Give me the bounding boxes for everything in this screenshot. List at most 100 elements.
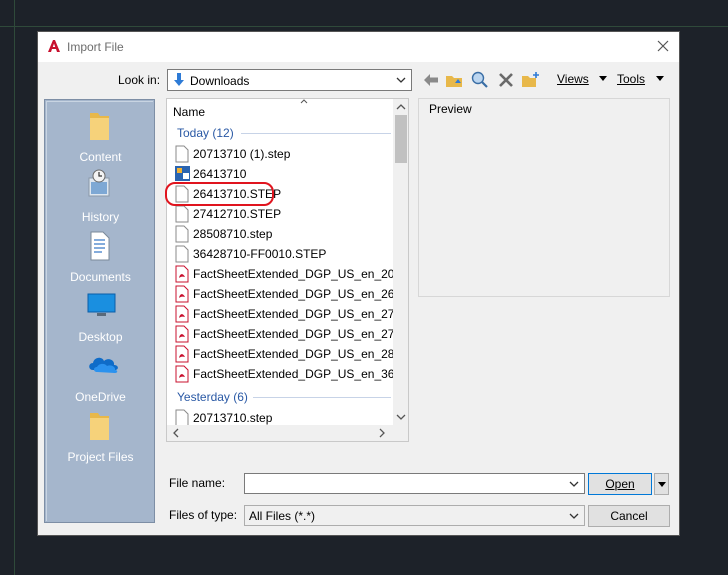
place-desktop[interactable]: Desktop bbox=[47, 288, 154, 348]
file-row[interactable]: 28508710.step bbox=[175, 224, 395, 244]
file-name: 26413710 bbox=[193, 167, 247, 181]
place-onedrive[interactable]: OneDrive bbox=[47, 348, 154, 408]
desktop-icon bbox=[87, 293, 116, 316]
canvas-gridline bbox=[0, 26, 728, 27]
cancel-button[interactable]: Cancel bbox=[588, 505, 670, 527]
file-icon bbox=[175, 245, 189, 263]
file-name: FactSheetExtended_DGP_US_en_28508 bbox=[193, 347, 409, 361]
file-name: 20713710 (1).step bbox=[193, 147, 291, 161]
history-icon bbox=[88, 169, 110, 197]
file-row[interactable]: FactSheetExtended_DGP_US_en_28508 bbox=[175, 344, 408, 364]
chevron-down-icon[interactable] bbox=[393, 72, 409, 88]
back-icon[interactable] bbox=[421, 70, 441, 90]
file-name: FactSheetExtended_DGP_US_en_36428 bbox=[193, 367, 409, 381]
search-web-icon[interactable] bbox=[470, 70, 490, 90]
file-icon bbox=[175, 145, 189, 163]
files-of-type-dropdown[interactable]: All Files (*.*) bbox=[244, 505, 585, 526]
sort-ascending-icon bbox=[300, 99, 308, 104]
import-file-dialog: Import File Look in: Downloads Views Too… bbox=[37, 31, 680, 536]
file-name: FactSheetExtended_DGP_US_en_27412 bbox=[193, 307, 409, 321]
file-row[interactable]: 26413710 bbox=[175, 164, 395, 184]
scroll-down-icon[interactable] bbox=[393, 409, 409, 425]
place-project-files[interactable]: Project Files bbox=[47, 408, 154, 468]
scroll-thumb[interactable] bbox=[395, 115, 407, 163]
canvas-gridline bbox=[14, 0, 15, 575]
place-label: Project Files bbox=[67, 450, 134, 464]
up-folder-icon[interactable] bbox=[444, 70, 464, 90]
place-content[interactable]: Content bbox=[47, 108, 154, 168]
file-row[interactable]: FactSheetExtended_DGP_US_en_20713 bbox=[175, 264, 408, 284]
tools-menu[interactable]: Tools bbox=[617, 72, 645, 86]
place-label: Desktop bbox=[78, 330, 123, 344]
place-label: Documents bbox=[70, 270, 131, 284]
documents-icon bbox=[90, 231, 110, 261]
close-icon[interactable] bbox=[655, 38, 671, 54]
file-name: FactSheetExtended_DGP_US_en_20713 bbox=[193, 267, 409, 281]
pdf-icon bbox=[175, 265, 189, 283]
file-row[interactable]: 36428710-FF0010.STEP bbox=[175, 244, 395, 264]
file-row[interactable]: FactSheetExtended_DGP_US_en_36428 bbox=[175, 364, 408, 384]
file-row[interactable]: FactSheetExtended_DGP_US_en_26413 bbox=[175, 284, 408, 304]
chevron-down-icon[interactable] bbox=[566, 476, 582, 492]
look-in-dropdown[interactable]: Downloads bbox=[167, 69, 412, 91]
file-row[interactable]: 26413710.STEP bbox=[175, 184, 395, 204]
files-of-type-label: Files of type: bbox=[169, 508, 238, 522]
autocad-logo-icon bbox=[48, 40, 60, 52]
window-title: Import File bbox=[67, 40, 124, 54]
preview-pane bbox=[418, 98, 670, 297]
folder-icon bbox=[90, 413, 109, 440]
place-label: History bbox=[81, 210, 120, 224]
preview-label: Preview bbox=[427, 102, 474, 116]
vertical-scrollbar[interactable] bbox=[393, 99, 409, 425]
folder-icon bbox=[90, 113, 109, 140]
image-file-icon bbox=[175, 166, 190, 181]
horizontal-scrollbar[interactable] bbox=[167, 425, 393, 441]
file-name: 20713710.step bbox=[193, 411, 273, 425]
group-divider bbox=[253, 397, 391, 398]
scroll-right-icon[interactable] bbox=[375, 426, 389, 440]
new-folder-icon[interactable] bbox=[520, 70, 540, 90]
file-row[interactable]: FactSheetExtended_DGP_US_en_27412 bbox=[175, 304, 408, 324]
tools-dropdown-arrow-icon[interactable] bbox=[654, 72, 666, 84]
file-name-label: File name: bbox=[169, 476, 226, 490]
pdf-icon bbox=[175, 285, 189, 303]
place-documents[interactable]: Documents bbox=[47, 228, 154, 288]
files-of-type-value: All Files (*.*) bbox=[249, 509, 316, 523]
open-button[interactable]: Open bbox=[588, 473, 652, 495]
file-row[interactable]: FactSheetExtended_DGP_US_en_27412 bbox=[175, 324, 408, 344]
open-options-button[interactable] bbox=[654, 473, 669, 495]
file-row[interactable]: 27412710.STEP bbox=[175, 204, 395, 224]
file-name: FactSheetExtended_DGP_US_en_27412 bbox=[193, 327, 409, 341]
chevron-down-icon[interactable] bbox=[566, 508, 582, 524]
column-header-name[interactable]: Name bbox=[173, 105, 205, 119]
file-name: 26413710.STEP bbox=[193, 187, 282, 201]
delete-icon[interactable] bbox=[496, 70, 516, 90]
group-header-yesterday[interactable]: Yesterday (6) bbox=[177, 390, 248, 404]
title-bar: Import File bbox=[38, 32, 679, 62]
downloads-folder-icon bbox=[174, 73, 184, 86]
file-name: 36428710-FF0010.STEP bbox=[193, 247, 327, 261]
scroll-up-icon[interactable] bbox=[393, 99, 409, 115]
file-name-input[interactable] bbox=[244, 473, 585, 494]
open-dropdown-arrow-icon bbox=[657, 482, 666, 487]
views-menu[interactable]: Views bbox=[557, 72, 589, 86]
group-header-today[interactable]: Today (12) bbox=[177, 126, 234, 140]
look-in-value: Downloads bbox=[190, 74, 250, 88]
place-history[interactable]: History bbox=[47, 168, 154, 228]
file-icon bbox=[175, 185, 189, 203]
file-list[interactable]: Name Today (12) 20713710 (1).step 264137… bbox=[166, 98, 409, 442]
scrollbar-corner bbox=[393, 425, 408, 441]
pdf-icon bbox=[175, 305, 189, 323]
onedrive-icon bbox=[89, 357, 118, 373]
file-row[interactable]: 20713710 (1).step bbox=[175, 144, 395, 164]
pdf-icon bbox=[175, 365, 189, 383]
scroll-left-icon[interactable] bbox=[169, 426, 183, 440]
file-name: 28508710.step bbox=[193, 227, 273, 241]
look-in-label: Look in: bbox=[118, 73, 161, 87]
pdf-icon bbox=[175, 325, 189, 343]
file-icon bbox=[175, 205, 189, 223]
views-dropdown-arrow-icon[interactable] bbox=[597, 72, 609, 84]
file-name: 27412710.STEP bbox=[193, 207, 282, 221]
open-button-label: Open bbox=[605, 477, 635, 491]
places-sidebar: Content History Documents Desktop OneDri… bbox=[44, 99, 155, 523]
